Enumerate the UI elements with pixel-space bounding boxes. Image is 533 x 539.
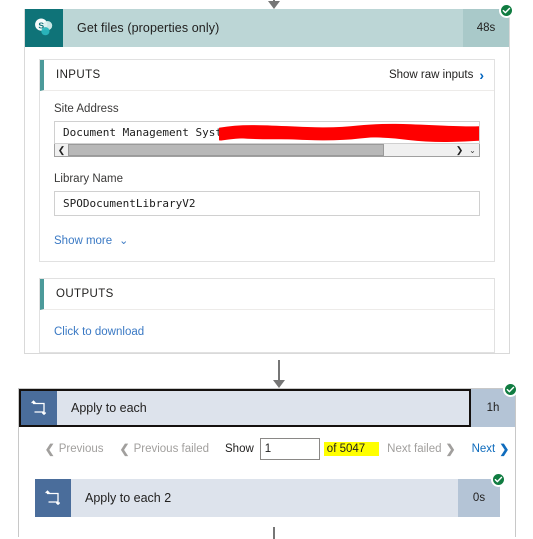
scope-card-apply-to-each: Apply to each 1h ❮ Previous ❮ Previous f… (18, 382, 518, 537)
next-label: Next (471, 443, 496, 455)
click-to-download-link[interactable]: Click to download (54, 326, 144, 338)
arrow-down-icon (273, 380, 285, 388)
previous-button[interactable]: ❮ Previous (37, 442, 112, 456)
chevron-right-icon[interactable]: ❯ (453, 144, 466, 156)
iteration-pager: ❮ Previous ❮ Previous failed Show of 504… (19, 427, 515, 471)
field-label-library-name: Library Name (54, 173, 124, 185)
outputs-panel-body: Click to download (40, 310, 494, 352)
field-site-address: Site Address Document Management System … (54, 103, 480, 157)
field-label-site-address: Site Address (54, 103, 119, 115)
show-label: Show (225, 443, 254, 455)
page-number-input[interactable] (259, 438, 320, 460)
chevron-right-icon: ❯ (445, 442, 456, 456)
previous-label: Previous (58, 443, 104, 455)
previous-failed-label: Previous failed (133, 443, 210, 455)
inputs-panel: INPUTS Show raw inputs › Site Address Do… (39, 59, 495, 262)
field-library-name: Library Name SPODocumentLibraryV2 (54, 173, 480, 216)
action-body: INPUTS Show raw inputs › Site Address Do… (25, 47, 509, 353)
connector-arrow-middle (273, 360, 285, 390)
nested-action-title: Apply to each 2 (85, 491, 172, 505)
chevron-left-icon: ❮ (119, 442, 130, 456)
inputs-panel-header: INPUTS Show raw inputs › (40, 60, 494, 91)
next-failed-button[interactable]: Next failed ❯ (379, 442, 463, 456)
chevron-down-icon: ⌄ (119, 235, 129, 247)
outputs-panel: OUTPUTS Click to download (39, 278, 495, 353)
apply-to-each-selected-box[interactable]: Apply to each (19, 389, 471, 427)
next-button[interactable]: Next ❯ (464, 442, 518, 456)
inputs-panel-body: Site Address Document Management System … (40, 91, 494, 261)
show-raw-inputs-link[interactable]: Show raw inputs › (389, 68, 484, 82)
status-badge-succeeded (491, 472, 506, 487)
connector-stem (278, 360, 280, 381)
flow-run-canvas: S Get files (properties only) 48s INPUTS… (0, 0, 533, 539)
show-raw-inputs-label: Show raw inputs (388, 69, 474, 81)
site-address-input[interactable]: Document Management System - (54, 121, 480, 144)
total-iterations-label: of 5047 (323, 442, 380, 456)
nested-action-box[interactable]: Apply to each 2 0s (35, 479, 500, 517)
arrow-down-icon (268, 1, 280, 9)
foreach-loop-icon (21, 391, 57, 425)
library-name-input[interactable]: SPODocumentLibraryV2 (54, 191, 480, 216)
previous-failed-button[interactable]: ❮ Previous failed (112, 442, 218, 456)
action-card-get-files[interactable]: S Get files (properties only) 48s INPUTS… (24, 3, 514, 354)
chevron-left-icon: ❮ (44, 442, 55, 456)
site-address-horizontal-scrollbar[interactable]: ❮ ❯ ⌄ (54, 144, 480, 157)
action-title: Get files (properties only) (63, 9, 463, 47)
status-badge-succeeded (503, 382, 518, 397)
apply-to-each-header[interactable]: Apply to each 1h (19, 382, 518, 427)
svg-text:S: S (38, 20, 44, 30)
show-more-label: Show more (54, 234, 113, 247)
foreach-loop-icon (35, 479, 71, 517)
chevron-right-icon: ❯ (499, 442, 510, 456)
action-header[interactable]: S Get files (properties only) 48s (25, 3, 514, 47)
show-more-button[interactable]: Show more ⌄ (54, 234, 129, 248)
status-badge-succeeded (499, 3, 514, 18)
library-name-value: SPODocumentLibraryV2 (63, 197, 196, 210)
nested-action-apply-to-each-2[interactable]: Apply to each 2 0s (35, 472, 506, 517)
outputs-panel-header: OUTPUTS (40, 279, 494, 310)
scrollbar-thumb[interactable] (68, 144, 384, 156)
scrollbar-track[interactable] (68, 144, 453, 156)
connector-stem-bottom (273, 527, 275, 539)
apply-to-each-title: Apply to each (71, 401, 147, 415)
connector-stem (273, 527, 275, 539)
chevron-down-icon[interactable]: ⌄ (466, 145, 479, 155)
inputs-label: INPUTS (56, 69, 101, 81)
outputs-label: OUTPUTS (56, 288, 114, 300)
chevron-left-icon[interactable]: ❮ (55, 144, 68, 156)
next-failed-label: Next failed (387, 443, 442, 455)
chevron-right-icon: › (479, 67, 484, 83)
site-address-value: Document Management System - (63, 126, 249, 139)
sharepoint-icon: S (25, 9, 63, 47)
